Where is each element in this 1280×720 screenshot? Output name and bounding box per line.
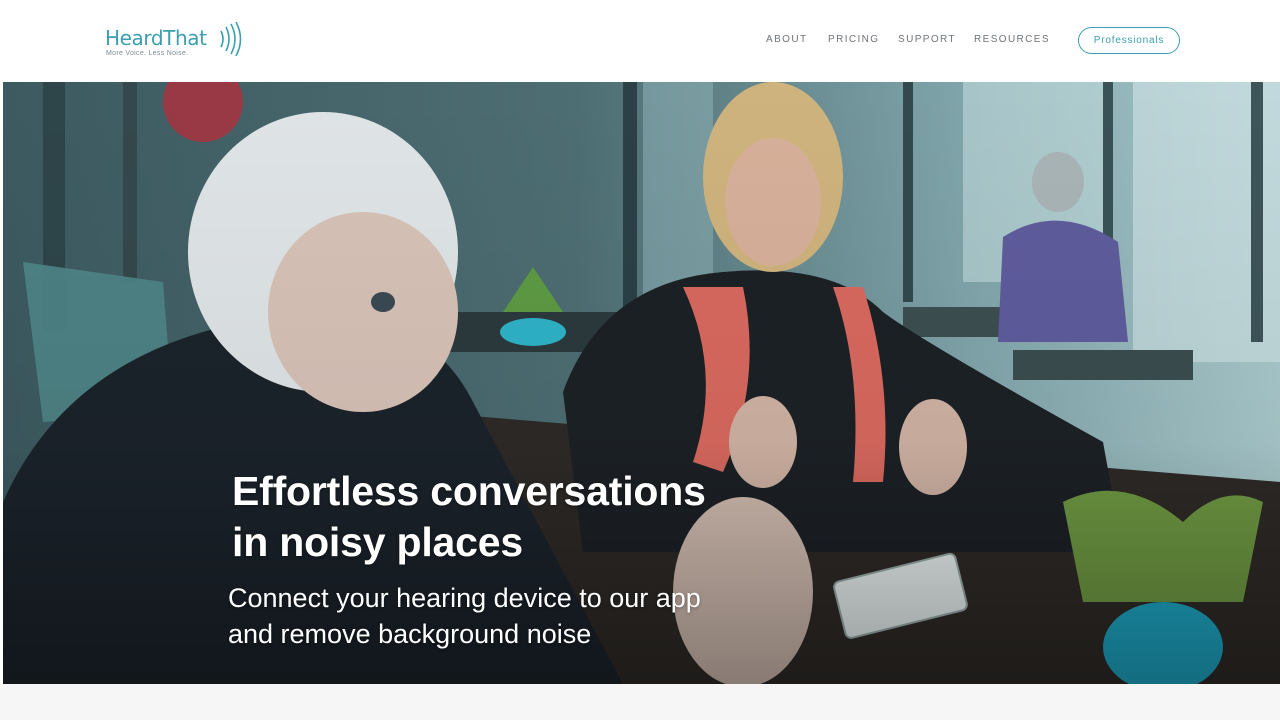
hero-subtitle-line1: Connect your hearing device to our app: [228, 583, 701, 613]
nav-link-about[interactable]: ABOUT: [766, 34, 807, 45]
professionals-button[interactable]: Professionals: [1078, 27, 1180, 54]
nav-link-resources[interactable]: RESOURCES: [974, 34, 1050, 45]
next-section-edge: [0, 684, 1280, 720]
brand-name: HeardThat: [105, 26, 207, 50]
brand-logo[interactable]: HeardThat More Voice. Less Noise.: [105, 22, 245, 62]
site-header: HeardThat More Voice. Less Noise. ABOUT …: [0, 0, 1280, 82]
hero-banner: Effortless conversations in noisy places…: [3, 82, 1280, 684]
nav-link-support[interactable]: SUPPORT: [898, 34, 956, 45]
hero-subtitle: Connect your hearing device to our app a…: [228, 580, 788, 652]
hero-title-line1: Effortless conversations: [232, 468, 706, 514]
nav-link-pricing[interactable]: PRICING: [828, 34, 879, 45]
hero-subtitle-line2: and remove background noise: [228, 619, 592, 649]
brand-tagline: More Voice. Less Noise.: [106, 50, 189, 57]
sound-waves-icon: [220, 22, 242, 56]
hero-title-line2: in noisy places: [232, 519, 523, 565]
hero-title: Effortless conversations in noisy places: [232, 466, 792, 568]
